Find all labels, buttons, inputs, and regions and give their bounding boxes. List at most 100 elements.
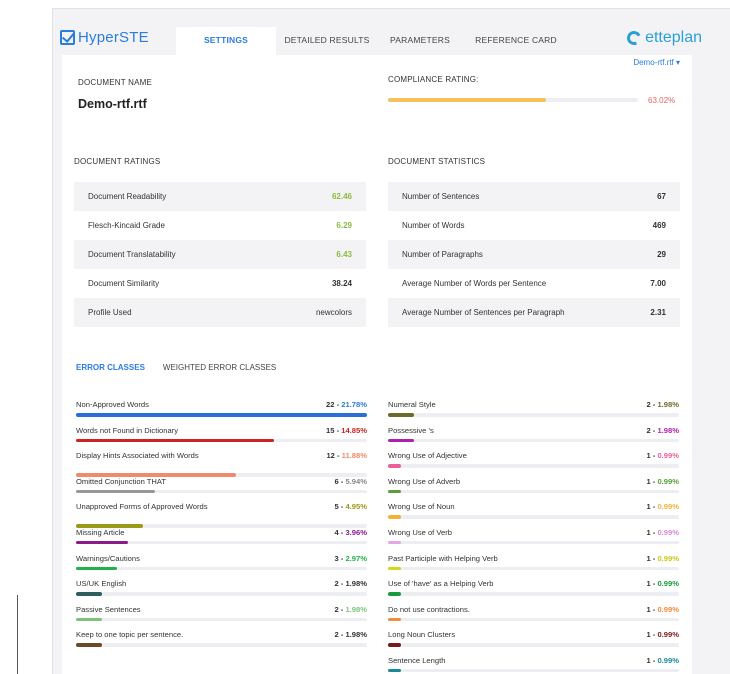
error-class-percentage: 0.99% (657, 451, 679, 461)
error-class-item[interactable]: Warnings/Cautions 3 - 2.97% (76, 554, 367, 580)
error-class-percentage: 0.99% (657, 476, 679, 486)
error-class-name: Non-Approved Words (76, 400, 149, 409)
error-class-item[interactable]: Words not Found in Dictionary 15 - 14.85% (76, 426, 367, 452)
error-class-count: 1 - (646, 502, 658, 512)
error-class-bar-fill (76, 540, 129, 545)
error-class-bar (388, 413, 679, 417)
error-class-item[interactable]: Display Hints Associated with Words 12 - … (76, 451, 367, 477)
error-class-value: 2 - 1.98% (334, 579, 367, 588)
error-class-count: 1 - (646, 630, 658, 640)
error-class-value: 12 - 11.88% (326, 451, 367, 460)
rating-label: Profile Used (88, 308, 132, 317)
statistic-value: 29 (657, 250, 666, 259)
error-class-bar (388, 668, 679, 673)
error-class-bar-fill (76, 438, 274, 443)
tab-reference-card[interactable]: REFERENCE CARD (462, 27, 570, 55)
error-class-percentage: 5.94% (345, 476, 367, 486)
error-class-item[interactable]: Past Participle with Helping Verb 1 - 0.9… (388, 554, 679, 580)
statistic-label: Number of Words (402, 221, 465, 230)
error-class-item[interactable]: Possessive 's 2 - 1.98% (388, 426, 679, 452)
error-class-bar (388, 592, 679, 596)
error-class-item[interactable]: Passive Sentences 2 - 1.98% (76, 605, 367, 631)
error-class-percentage: 0.99% (657, 630, 679, 640)
error-class-name: Possessive 's (388, 425, 434, 435)
rating-row: Flesch-Kincaid Grade 6.29 (74, 211, 366, 240)
error-class-count: 2 - (646, 425, 658, 435)
error-class-item[interactable]: Missing Article 4 - 3.96% (76, 528, 367, 554)
error-class-count: 3 - (334, 553, 346, 563)
tab-weighted-error-classes[interactable]: WEIGHTED ERROR CLASSES (163, 363, 276, 372)
tab-parameters[interactable]: PARAMETERS (378, 27, 462, 55)
document-name: Demo-rtf.rtf (78, 97, 147, 111)
error-class-name: Past Participle with Helping Verb (388, 553, 498, 563)
error-class-name: Words not Found in Dictionary (76, 425, 179, 435)
error-class-value: 2 - 1.98% (646, 400, 679, 409)
error-class-count: 2 - (334, 579, 346, 589)
error-class-tabs: ERROR CLASSES WEIGHTED ERROR CLASSES (76, 363, 276, 372)
error-class-percentage: 0.99% (657, 579, 679, 589)
error-class-item[interactable]: Do not use contractions. 1 - 0.99% (388, 605, 679, 631)
error-class-percentage: 1.98% (657, 400, 679, 409)
brand-logo: etteplan (625, 29, 702, 47)
error-class-item[interactable]: Wrong Use of Adverb 1 - 0.99% (388, 477, 679, 503)
error-class-percentage: 21.78% (341, 400, 367, 409)
error-class-count: 22 - (326, 400, 342, 409)
statistic-value: 469 (652, 221, 666, 230)
rating-value: 62.46 (331, 192, 352, 201)
error-class-percentage: 1.98% (345, 604, 367, 614)
error-class-bar-fill (388, 489, 402, 494)
error-class-value: 2 - 1.98% (334, 630, 367, 639)
rating-row: Document Similarity 38.24 (74, 269, 366, 298)
error-class-item[interactable]: US/UK English 2 - 1.98% (76, 579, 367, 605)
error-class-bar (388, 515, 679, 519)
error-class-name: Wrong Use of Adjective (388, 451, 467, 461)
compliance-bar-fill (388, 98, 546, 102)
error-class-item[interactable]: Long Noun Clusters 1 - 0.99% (388, 630, 679, 656)
rating-label: Document Translatability (88, 250, 176, 259)
error-class-item[interactable]: Omitted Conjunction THAT 6 - 5.94% (76, 477, 367, 503)
error-class-value: 1 - 0.99% (646, 451, 679, 460)
statistic-label: Average Number of Sentences per Paragrap… (402, 308, 565, 317)
error-class-item[interactable]: Sentence Length 1 - 0.99% (388, 656, 679, 674)
error-class-item[interactable]: Non-Approved Words 22 - 21.78% (76, 400, 367, 426)
error-class-item[interactable]: Wrong Use of Verb 1 - 0.99% (388, 528, 679, 554)
rating-label: Flesch-Kincaid Grade (88, 221, 165, 230)
error-class-value: 1 - 0.99% (646, 554, 679, 563)
error-class-item[interactable]: Numeral Style 2 - 1.98% (388, 400, 679, 426)
rating-value: 38.24 (331, 279, 352, 288)
error-class-item[interactable]: Wrong Use of Adjective 1 - 0.99% (388, 451, 679, 477)
error-class-bar (76, 540, 367, 545)
error-class-count: 1 - (646, 604, 658, 614)
error-class-bar-fill (76, 592, 103, 596)
error-class-bar-fill (388, 643, 402, 647)
error-class-count: 15 - (326, 425, 342, 435)
document-selector[interactable]: Demo-rtf.rtf ▾ (633, 58, 680, 67)
error-class-percentage: 4.95% (345, 502, 367, 512)
error-class-bar (76, 413, 367, 417)
error-class-item[interactable]: Wrong Use of Noun 1 - 0.99% (388, 502, 679, 528)
error-class-item[interactable]: Use of 'have' as a Helping Verb 1 - 0.99% (388, 579, 679, 605)
error-class-item[interactable]: Keep to one topic per sentence. 2 - 1.98% (76, 630, 367, 656)
rating-label: Document Readability (88, 192, 167, 201)
statistic-label: Number of Sentences (402, 192, 480, 201)
statistic-row: Number of Words 469 (388, 211, 680, 240)
error-class-item[interactable]: Unapproved Forms of Approved Words 5 - 4.… (76, 502, 367, 528)
tab-detailed-results[interactable]: DETAILED RESULTS (276, 27, 378, 55)
tab-error-classes[interactable]: ERROR CLASSES (76, 363, 145, 372)
tab-settings[interactable]: SETTINGS (176, 27, 276, 55)
app-logo[interactable]: HyperSTE (60, 29, 149, 46)
brand-name: etteplan (645, 29, 702, 46)
error-class-percentage: 1.98% (345, 579, 367, 589)
rating-row: Profile Used newcolors (74, 298, 366, 327)
rating-value: 6.43 (336, 250, 352, 259)
error-class-bar-fill (76, 643, 103, 647)
error-class-value: 2 - 1.98% (334, 605, 367, 614)
error-class-count: 2 - (334, 630, 346, 640)
settings-panel: Demo-rtf.rtf ▾ DOCUMENT NAME Demo-rtf.rt… (62, 55, 692, 674)
error-class-count: 5 - (334, 502, 346, 512)
error-class-bar-fill (76, 617, 103, 622)
error-class-percentage: 0.99% (657, 553, 679, 563)
error-class-count: 2 - (646, 400, 658, 409)
error-class-percentage: 1.98% (345, 630, 367, 640)
error-class-bar-fill (76, 566, 117, 571)
